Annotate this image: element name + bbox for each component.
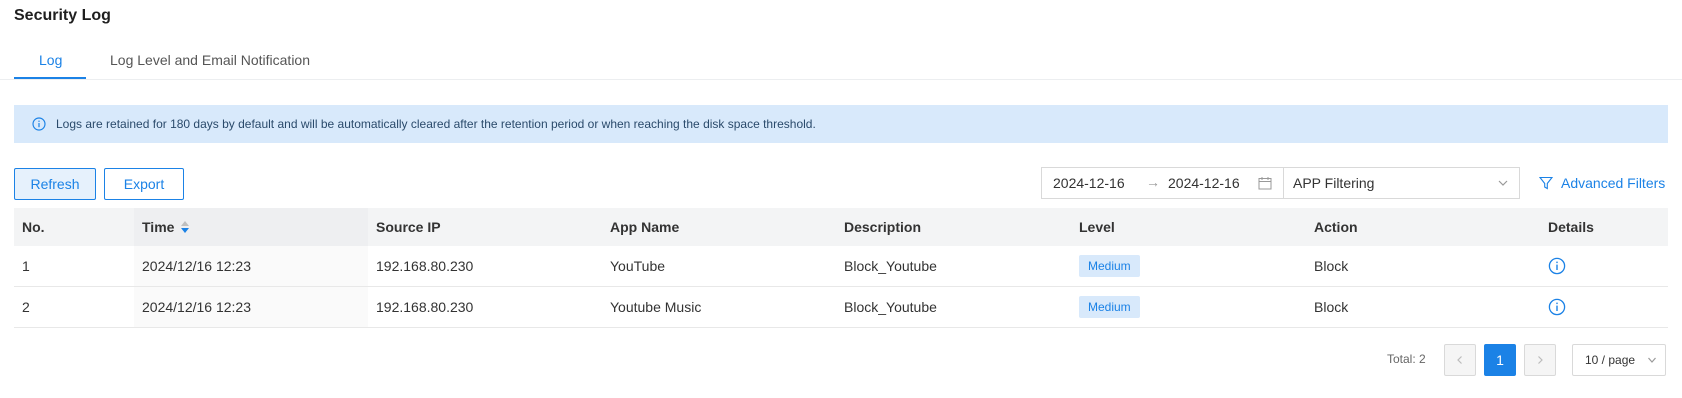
column-header-details: Details <box>1548 219 1594 235</box>
column-header-app-name: App Name <box>610 219 680 235</box>
column-header-no: No. <box>22 219 45 235</box>
chevron-down-icon <box>1648 357 1656 363</box>
date-range-picker[interactable]: 2024-12-16 → 2024-12-16 <box>1041 167 1283 199</box>
date-range-arrow: → <box>1146 174 1160 190</box>
tab-log-level-email[interactable]: Log Level and Email Notification <box>110 52 310 80</box>
notice-text: Logs are retained for 180 days by defaul… <box>56 117 816 131</box>
cell-action: Block <box>1314 299 1349 315</box>
cell-description: Block_Youtube <box>844 258 937 274</box>
chevron-right-icon <box>1538 356 1543 364</box>
active-tab-indicator <box>14 77 86 79</box>
calendar-icon <box>1258 177 1272 190</box>
column-header-source-ip: Source IP <box>376 219 441 235</box>
cell-source-ip: 192.168.80.230 <box>376 258 474 274</box>
page-button-current[interactable]: 1 <box>1484 344 1516 376</box>
export-button[interactable]: Export <box>104 168 184 200</box>
advanced-filters-button[interactable]: Advanced Filters <box>1539 175 1665 191</box>
cell-details <box>1548 246 1566 286</box>
refresh-button[interactable]: Refresh <box>14 168 96 200</box>
cell-level: Medium <box>1079 287 1140 327</box>
cell-time: 2024/12/16 12:23 <box>142 258 251 274</box>
cell-no: 2 <box>22 299 30 315</box>
info-icon <box>32 117 46 131</box>
column-header-level: Level <box>1079 219 1115 235</box>
page-size-select[interactable]: 10 / page <box>1572 344 1666 376</box>
chevron-left-icon <box>1457 356 1462 364</box>
cell-no: 1 <box>22 258 30 274</box>
sort-icon[interactable] <box>180 220 190 234</box>
column-header-time[interactable]: Time <box>142 208 190 246</box>
cell-app-name: Youtube Music <box>610 299 702 315</box>
log-type-select[interactable]: APP Filtering <box>1283 167 1520 199</box>
security-log-table: No. Time Source IP App Name Description … <box>14 208 1668 328</box>
filter-icon <box>1539 176 1553 190</box>
cell-details <box>1548 287 1566 327</box>
cell-source-ip: 192.168.80.230 <box>376 299 474 315</box>
info-icon[interactable] <box>1548 257 1566 275</box>
cell-time: 2024/12/16 12:23 <box>142 299 251 315</box>
info-icon[interactable] <box>1548 298 1566 316</box>
column-header-action: Action <box>1314 219 1358 235</box>
next-page-button[interactable] <box>1524 344 1556 376</box>
retention-notice: Logs are retained for 180 days by defaul… <box>14 105 1668 143</box>
cell-level: Medium <box>1079 246 1140 286</box>
table-row: 1 2024/12/16 12:23 192.168.80.230 YouTub… <box>14 246 1668 287</box>
log-type-value: APP Filtering <box>1293 175 1375 191</box>
column-header-description: Description <box>844 219 922 235</box>
chevron-down-icon <box>1498 180 1508 186</box>
level-badge: Medium <box>1079 255 1140 277</box>
cell-app-name: YouTube <box>610 258 666 274</box>
column-header-time-label: Time <box>142 219 175 235</box>
prev-page-button[interactable] <box>1444 344 1476 376</box>
page-title: Security Log <box>14 7 111 24</box>
tab-log[interactable]: Log <box>39 52 62 80</box>
table-header: No. Time Source IP App Name Description … <box>14 208 1668 246</box>
advanced-filters-label: Advanced Filters <box>1561 175 1666 191</box>
date-end[interactable]: 2024-12-16 <box>1168 175 1240 191</box>
date-start[interactable]: 2024-12-16 <box>1053 175 1125 191</box>
pagination-total: Total: 2 <box>1387 352 1426 366</box>
page-size-value: 10 / page <box>1585 353 1636 367</box>
table-row: 2 2024/12/16 12:23 192.168.80.230 Youtub… <box>14 287 1668 328</box>
cell-action: Block <box>1314 258 1349 274</box>
cell-description: Block_Youtube <box>844 299 937 315</box>
level-badge: Medium <box>1079 296 1140 318</box>
tab-bar: Log Log Level and Email Notification <box>0 44 1682 80</box>
